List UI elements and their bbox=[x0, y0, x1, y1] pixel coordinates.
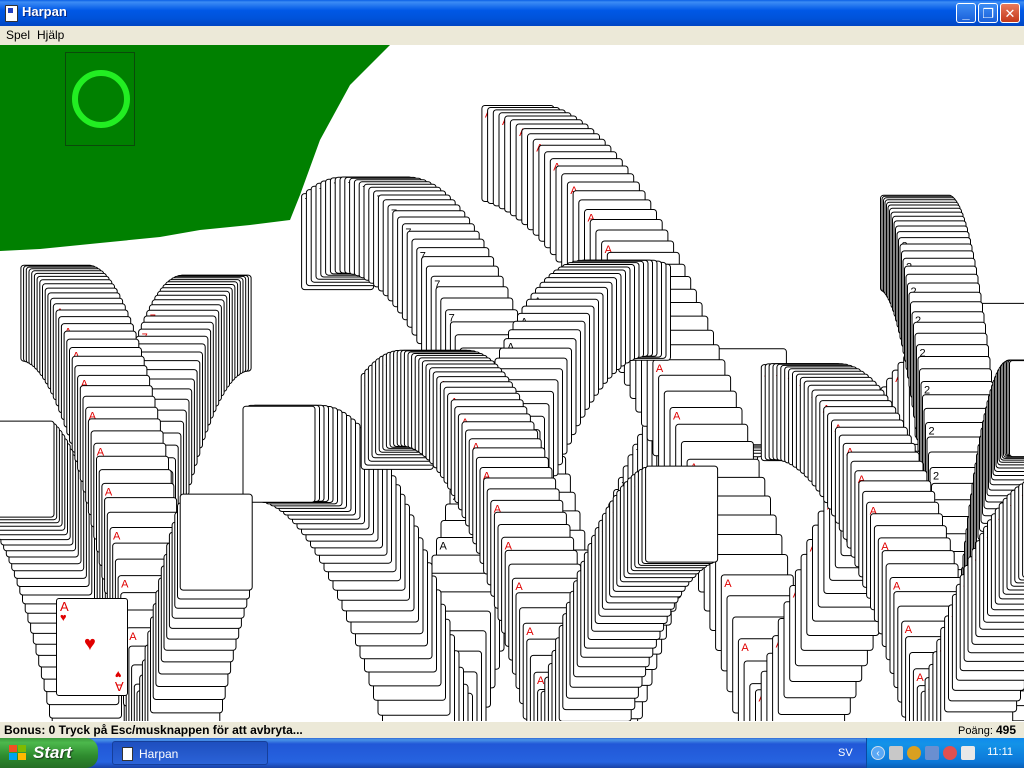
start-button[interactable]: Start bbox=[0, 738, 98, 768]
maximize-button[interactable]: ❐ bbox=[978, 3, 998, 23]
trail-card-corner: 2 bbox=[933, 471, 939, 483]
sound-icon[interactable] bbox=[925, 746, 939, 760]
trail-card-corner: A bbox=[526, 626, 534, 638]
start-label: Start bbox=[33, 743, 72, 762]
score-display: Poäng: 495 bbox=[958, 723, 1016, 737]
globe-icon[interactable] bbox=[907, 746, 921, 760]
messenger-icon[interactable] bbox=[961, 746, 975, 760]
trail-card bbox=[1009, 360, 1024, 458]
trail-card bbox=[242, 405, 316, 503]
menu-hjalp[interactable]: Hjälp bbox=[35, 28, 66, 42]
trail-card-corner: A bbox=[105, 486, 113, 498]
trail-card-corner: A bbox=[916, 672, 924, 684]
menu-bar: Spel Hjälp bbox=[0, 26, 1024, 45]
trail-card-corner: A bbox=[741, 642, 749, 654]
trail-card-corner: A bbox=[673, 411, 681, 423]
taskbar: Start Harpan SV ‹ 11:11 bbox=[0, 738, 1024, 768]
security-icon[interactable] bbox=[943, 746, 957, 760]
language-indicator[interactable]: SV bbox=[838, 747, 853, 759]
windows-logo-icon bbox=[9, 745, 27, 761]
score-value: 495 bbox=[995, 723, 1016, 737]
card-rank-bottom: A bbox=[115, 679, 124, 694]
score-label: Poäng: bbox=[958, 725, 993, 737]
trail-card-corner: A bbox=[537, 675, 545, 687]
trail-card-corner: 2 bbox=[929, 426, 935, 438]
show-hidden-icons-icon[interactable]: ‹ bbox=[871, 746, 885, 760]
trail-card-corner: A bbox=[129, 631, 137, 643]
trail-card-corner: A bbox=[656, 363, 664, 375]
trail-card-corner: A bbox=[121, 579, 129, 591]
network-icon[interactable] bbox=[889, 746, 903, 760]
app-icon bbox=[5, 5, 18, 22]
trail-card bbox=[0, 420, 55, 518]
minimize-button[interactable]: _ bbox=[956, 3, 976, 23]
status-message: Bonus: 0 Tryck på Esc/musknappen för att… bbox=[4, 723, 303, 737]
system-tray: ‹ 11:11 bbox=[866, 738, 1024, 768]
trail-card-corner: A bbox=[113, 531, 121, 543]
game-board[interactable]: 77777777777777777777777777777AAAAAAAAAAA… bbox=[0, 45, 1024, 721]
trail-card-corner: A bbox=[515, 581, 523, 593]
window-title: Harpan bbox=[22, 4, 67, 19]
trail-card bbox=[645, 465, 719, 563]
card-suit-icon: ♥ bbox=[60, 612, 67, 624]
bouncing-card: A ♥ ♥ ♥ A bbox=[56, 598, 128, 696]
card-center-suit-icon: ♥ bbox=[84, 633, 96, 655]
menu-spel[interactable]: Spel bbox=[4, 28, 32, 42]
clock: 11:11 bbox=[987, 746, 1013, 758]
app-icon bbox=[122, 747, 133, 761]
trail-card-corner: A bbox=[893, 581, 901, 593]
trail-card-corner: A bbox=[440, 541, 448, 553]
taskbar-item-harpan[interactable]: Harpan bbox=[112, 741, 268, 765]
trail-card-corner: A bbox=[905, 624, 913, 636]
card-cascade: 77777777777777777777777777777AAAAAAAAAAA… bbox=[0, 105, 1024, 721]
task-label: Harpan bbox=[139, 747, 179, 761]
title-bar[interactable]: Harpan _ ❐ ✕ bbox=[0, 0, 1024, 26]
trail-card bbox=[179, 493, 253, 591]
close-button[interactable]: ✕ bbox=[1000, 3, 1020, 23]
trail-card-corner: A bbox=[724, 578, 732, 590]
